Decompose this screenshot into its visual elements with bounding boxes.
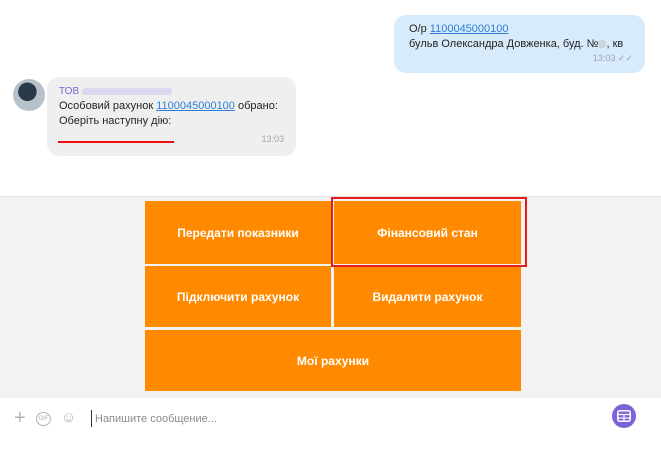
incoming-time: 13:03: [261, 134, 284, 144]
financial-status-button[interactable]: Фінансовий стан: [334, 201, 521, 264]
incoming-message: ТОВ Особовий рахунок 1100045000100 обран…: [47, 77, 296, 156]
text-cursor: [91, 410, 92, 427]
outgoing-address-suffix: , кв: [606, 38, 624, 50]
send-readings-button[interactable]: Передати показники: [145, 201, 331, 264]
incoming-text: Особовий рахунок 1100045000100 обрано:: [59, 99, 284, 114]
outgoing-meta: 13:03 ✓✓: [593, 51, 633, 66]
sender-name: ТОВ: [59, 84, 284, 99]
annotation-underline: [58, 141, 174, 143]
sender-prefix: ТОВ: [59, 86, 80, 97]
incoming-account-link[interactable]: 1100045000100: [156, 100, 235, 112]
my-accounts-button[interactable]: Мої рахунки: [145, 330, 521, 391]
outgoing-address: бульв Олександра Довженка, буд. №: [409, 38, 599, 50]
keyboard-toggle-icon: [617, 410, 631, 422]
delete-account-button[interactable]: Видалити рахунок: [334, 266, 521, 327]
incoming-action-text: Оберіть наступну дію:: [59, 115, 172, 127]
outgoing-message: О/р 1100045000100 бульв Олександра Довже…: [394, 15, 645, 73]
outgoing-time: 13:03: [592, 53, 616, 63]
avatar[interactable]: [13, 79, 45, 111]
connect-account-button[interactable]: Підключити рахунок: [145, 266, 331, 327]
chat-history: О/р 1100045000100 бульв Олександра Довже…: [0, 0, 661, 196]
plus-icon[interactable]: +: [14, 407, 26, 430]
redacted-sender: [82, 87, 173, 95]
outgoing-prefix: О/р: [409, 23, 430, 35]
double-check-icon: ✓✓: [617, 53, 633, 63]
bottom-area: [0, 440, 661, 469]
incoming-text-after: обрано:: [234, 100, 278, 112]
message-input[interactable]: [95, 409, 495, 429]
sticker-icon[interactable]: ☺: [61, 409, 76, 426]
composer: + GIF ☺: [0, 398, 661, 440]
gif-icon[interactable]: GIF: [36, 412, 51, 426]
outgoing-account-link[interactable]: 1100045000100: [430, 23, 509, 35]
incoming-text-before: Особовий рахунок: [59, 100, 157, 112]
keyboard-toggle-button[interactable]: [612, 404, 636, 428]
